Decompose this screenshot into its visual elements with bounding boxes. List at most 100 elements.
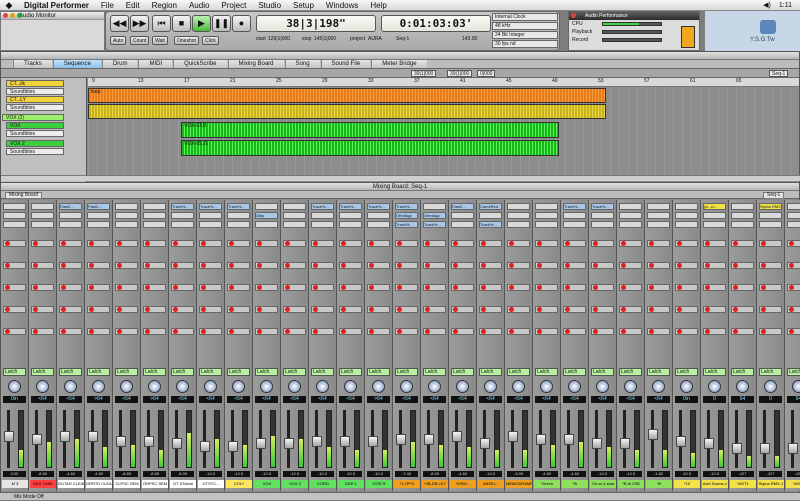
- send-enable-icon[interactable]: [5, 241, 10, 247]
- fader-handle[interactable]: [144, 435, 154, 447]
- insert-slot[interactable]: Stylus RMX...: [759, 203, 782, 210]
- track-name[interactable]: MEMODRAMP: [506, 480, 532, 488]
- send-slot[interactable]: [31, 306, 54, 313]
- automation-mode[interactable]: Latch: [3, 368, 26, 376]
- volume-value[interactable]: -14.0: [227, 471, 250, 477]
- send-slot[interactable]: [115, 284, 138, 291]
- send-slot[interactable]: [563, 262, 586, 269]
- send-slot[interactable]: [647, 284, 670, 291]
- insert-slot[interactable]: [59, 221, 82, 228]
- send-slot[interactable]: [31, 240, 54, 247]
- insert-slot[interactable]: [619, 212, 642, 219]
- send-enable-icon[interactable]: [397, 241, 402, 247]
- send-enable-icon[interactable]: [705, 241, 710, 247]
- insert-slot[interactable]: Track%...: [423, 221, 446, 228]
- send-enable-icon[interactable]: [481, 263, 486, 269]
- send-enable-icon[interactable]: [789, 263, 794, 269]
- fader-handle[interactable]: [284, 438, 294, 450]
- fader-handle[interactable]: [676, 435, 686, 447]
- send-enable-icon[interactable]: [593, 241, 598, 247]
- send-slot[interactable]: [535, 240, 558, 247]
- insert-slot[interactable]: [283, 203, 306, 210]
- close-icon[interactable]: [3, 13, 8, 18]
- send-enable-icon[interactable]: [369, 307, 374, 313]
- send-enable-icon[interactable]: [593, 307, 598, 313]
- automation-mode[interactable]: Latch: [199, 368, 222, 376]
- send-enable-icon[interactable]: [173, 307, 178, 313]
- horizontal-scrollbar[interactable]: [1, 175, 800, 181]
- volume-value[interactable]: -10.0: [311, 471, 334, 477]
- insert-slot[interactable]: [3, 212, 26, 219]
- insert-slot[interactable]: Dbly: [255, 212, 278, 219]
- send-slot[interactable]: [563, 306, 586, 313]
- send-enable-icon[interactable]: [117, 329, 122, 335]
- send-enable-icon[interactable]: [229, 307, 234, 313]
- go-to-start-button[interactable]: ⏮: [152, 15, 171, 32]
- insert-slot[interactable]: [367, 221, 390, 228]
- bit-depth[interactable]: 24 Bit Integer: [492, 31, 558, 39]
- track-name[interactable]: *10: [674, 480, 700, 488]
- audio-region[interactable]: VOX-03.8: [181, 122, 559, 138]
- insert-slot[interactable]: Track%...: [227, 203, 250, 210]
- send-slot[interactable]: [115, 262, 138, 269]
- insert-slot[interactable]: [535, 212, 558, 219]
- volume-value[interactable]: -8.65: [115, 471, 138, 477]
- send-slot[interactable]: [199, 328, 222, 335]
- volume-value[interactable]: -10.0: [367, 471, 390, 477]
- fader-handle[interactable]: [480, 438, 490, 450]
- insert-slot[interactable]: [339, 212, 362, 219]
- mix-seq-menu[interactable]: Seq-1: [763, 192, 785, 199]
- send-slot[interactable]: [675, 328, 698, 335]
- pan-knob[interactable]: [92, 380, 105, 393]
- insert-slot[interactable]: [115, 212, 138, 219]
- send-enable-icon[interactable]: [257, 307, 262, 313]
- insert-slot[interactable]: [199, 212, 222, 219]
- automation-mode[interactable]: Latch: [535, 368, 558, 376]
- send-enable-icon[interactable]: [565, 241, 570, 247]
- insert-slot[interactable]: [675, 221, 698, 228]
- send-slot[interactable]: [311, 240, 334, 247]
- pan-knob[interactable]: [736, 380, 749, 393]
- insert-slot[interactable]: [451, 212, 474, 219]
- send-slot[interactable]: [507, 262, 530, 269]
- send-slot[interactable]: [451, 328, 474, 335]
- send-slot[interactable]: [787, 284, 800, 291]
- fader-handle[interactable]: [88, 431, 98, 443]
- send-enable-icon[interactable]: [33, 241, 38, 247]
- pan-knob[interactable]: [792, 380, 800, 393]
- insert-slot[interactable]: [647, 221, 670, 228]
- send-enable-icon[interactable]: [649, 329, 654, 335]
- send-slot[interactable]: [619, 284, 642, 291]
- send-slot[interactable]: [479, 284, 502, 291]
- send-enable-icon[interactable]: [257, 285, 262, 291]
- automation-mode[interactable]: Latch: [507, 368, 530, 376]
- send-slot[interactable]: [367, 284, 390, 291]
- automation-mode[interactable]: Latch: [787, 368, 800, 376]
- track-name[interactable]: *1 LPFX: [394, 480, 420, 488]
- send-enable-icon[interactable]: [33, 307, 38, 313]
- send-slot[interactable]: [59, 306, 82, 313]
- locate-start[interactable]: 39|1|000: [411, 70, 437, 77]
- send-enable-icon[interactable]: [313, 329, 318, 335]
- send-enable-icon[interactable]: [733, 263, 738, 269]
- send-slot[interactable]: [367, 328, 390, 335]
- send-slot[interactable]: [787, 306, 800, 313]
- send-enable-icon[interactable]: [453, 307, 458, 313]
- send-slot[interactable]: [143, 240, 166, 247]
- fader-handle[interactable]: [200, 440, 210, 452]
- send-slot[interactable]: [759, 284, 782, 291]
- fader-handle[interactable]: [116, 435, 126, 447]
- insert-slot[interactable]: [31, 221, 54, 228]
- count-button[interactable]: Count: [130, 36, 150, 45]
- track-name[interactable]: *Drevs: [534, 480, 560, 488]
- insert-slot[interactable]: Track%...: [311, 203, 334, 210]
- track-name[interactable]: *2B-DB LKY: [422, 480, 448, 488]
- tab-song[interactable]: Song: [284, 60, 320, 68]
- volume-icon[interactable]: ◀): [763, 1, 771, 9]
- zoom-icon[interactable]: [17, 13, 22, 18]
- insert-slot[interactable]: [787, 212, 800, 219]
- insert-slot[interactable]: [31, 203, 54, 210]
- send-enable-icon[interactable]: [705, 263, 710, 269]
- send-enable-icon[interactable]: [61, 307, 66, 313]
- insert-slot[interactable]: [703, 212, 726, 219]
